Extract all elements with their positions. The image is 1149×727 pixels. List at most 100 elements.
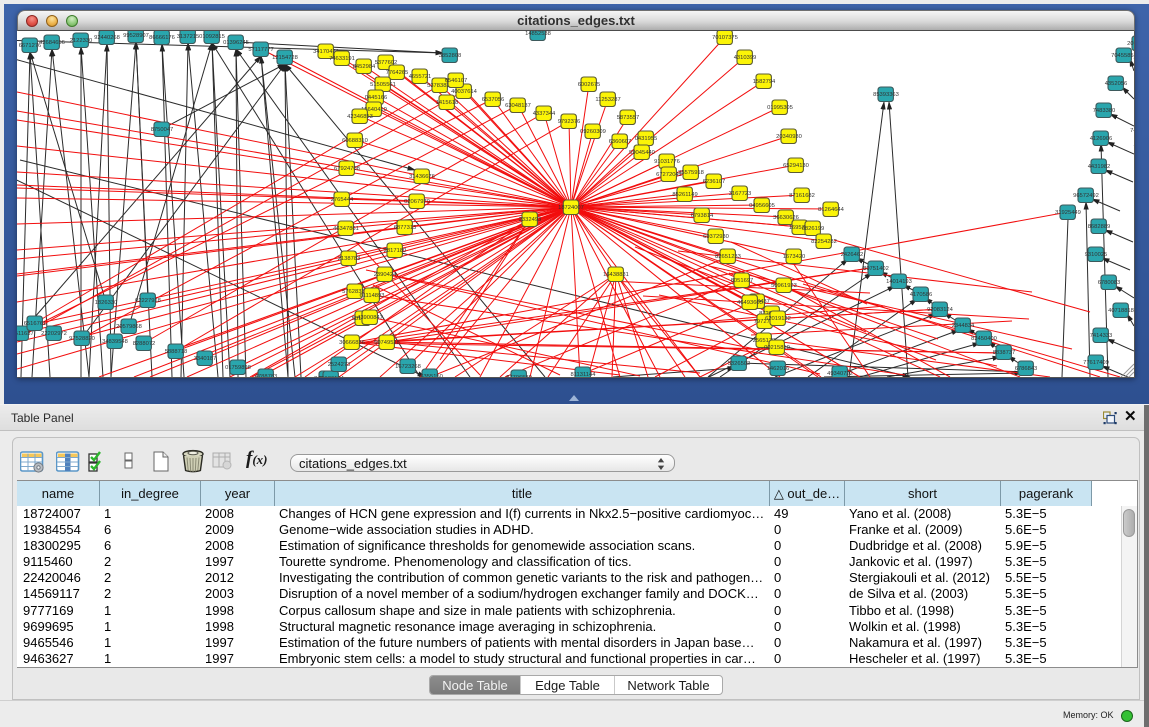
svg-text:99528907: 99528907 <box>123 33 149 39</box>
svg-text:43900847: 43900847 <box>357 315 383 321</box>
svg-text:5888718: 5888718 <box>165 349 188 355</box>
svg-text:0445166: 0445166 <box>365 95 388 101</box>
svg-text:4352056: 4352056 <box>1105 81 1128 87</box>
svg-text:82651233: 82651233 <box>715 254 741 260</box>
svg-text:4310399: 4310399 <box>734 55 757 61</box>
svg-text:8838737: 8838737 <box>993 350 1016 356</box>
svg-text:60688310: 60688310 <box>342 138 368 144</box>
svg-text:16438831: 16438831 <box>603 272 629 278</box>
svg-text:81264644: 81264644 <box>818 207 845 213</box>
svg-text:2426462: 2426462 <box>841 252 864 258</box>
svg-text:8750047: 8750047 <box>151 127 174 133</box>
svg-text:89751402: 89751402 <box>863 266 889 272</box>
svg-text:65294130: 65294130 <box>783 163 809 169</box>
svg-text:6671276: 6671276 <box>19 43 42 49</box>
svg-text:9792376: 9792376 <box>558 119 581 125</box>
svg-text:86666176: 86666176 <box>149 35 175 41</box>
svg-text:42684656: 42684656 <box>39 40 65 46</box>
svg-text:7414333: 7414333 <box>1090 333 1113 339</box>
svg-text:3852808: 3852808 <box>439 53 462 59</box>
svg-text:40718818: 40718818 <box>1108 308 1134 314</box>
svg-text:69372930: 69372930 <box>703 234 729 240</box>
svg-text:4126906: 4126906 <box>1090 136 1113 142</box>
svg-text:2332493: 2332493 <box>519 217 542 223</box>
svg-text:91031776: 91031776 <box>654 159 680 165</box>
svg-text:6793814: 6793814 <box>691 213 714 219</box>
svg-text:0431955: 0431955 <box>635 136 658 142</box>
svg-text:30666836: 30666836 <box>339 340 365 346</box>
svg-text:2122330: 2122330 <box>70 38 93 44</box>
svg-text:2765444: 2765444 <box>331 197 354 203</box>
svg-text:92083124: 92083124 <box>927 307 954 313</box>
svg-text:11253287: 11253287 <box>595 97 620 103</box>
svg-text:2817180: 2817180 <box>384 248 407 254</box>
svg-text:50961923: 50961923 <box>771 283 797 289</box>
svg-text:70455853: 70455853 <box>1111 53 1134 59</box>
svg-text:82450400: 82450400 <box>971 336 997 342</box>
svg-text:9310025: 9310025 <box>1085 252 1108 258</box>
svg-text:56355150: 56355150 <box>417 374 443 377</box>
svg-text:12154728: 12154728 <box>272 55 298 61</box>
svg-text:31436676: 31436676 <box>409 174 435 180</box>
svg-text:09260309: 09260309 <box>580 129 606 135</box>
svg-text:6780083: 6780083 <box>1098 280 1121 286</box>
svg-text:4655721: 4655721 <box>409 74 432 80</box>
svg-text:6877313: 6877313 <box>394 225 417 231</box>
svg-text:20579868: 20579868 <box>116 324 142 330</box>
svg-text:6546107: 6546107 <box>445 78 468 84</box>
svg-text:67924708: 67924708 <box>334 166 360 172</box>
svg-text:1826330: 1826330 <box>95 300 118 306</box>
svg-text:92440268: 92440268 <box>94 35 120 41</box>
svg-text:04956605: 04956605 <box>749 203 775 209</box>
svg-text:6537056: 6537056 <box>482 97 505 103</box>
svg-text:1462016: 1462016 <box>767 366 790 372</box>
svg-text:6360607: 6360607 <box>609 139 632 145</box>
svg-text:97528820: 97528820 <box>69 336 95 342</box>
svg-text:75136134: 75136134 <box>318 376 345 377</box>
svg-text:2344834: 2344834 <box>952 323 975 329</box>
svg-text:8682889: 8682889 <box>1088 224 1111 230</box>
svg-text:0826199: 0826199 <box>802 226 825 232</box>
svg-text:01396245: 01396245 <box>223 40 249 46</box>
svg-text:63048137: 63048137 <box>505 103 531 109</box>
svg-text:8051697: 8051697 <box>731 278 754 284</box>
svg-text:51505561: 51505561 <box>370 82 396 88</box>
svg-text:49340722: 49340722 <box>827 371 853 377</box>
svg-text:46493665: 46493665 <box>737 300 763 306</box>
svg-text:4337344: 4337344 <box>533 111 556 117</box>
svg-text:59045440: 59045440 <box>629 150 655 156</box>
svg-text:07511637: 07511637 <box>17 331 34 337</box>
svg-text:8452984: 8452984 <box>353 64 376 70</box>
svg-text:3137215: 3137215 <box>177 34 200 40</box>
svg-text:50749528: 50749528 <box>374 340 400 346</box>
svg-text:6236107: 6236107 <box>703 179 726 185</box>
svg-text:01995305: 01995305 <box>767 105 793 111</box>
svg-text:31925449: 31925449 <box>1055 210 1081 216</box>
svg-text:85261149: 85261149 <box>672 192 697 198</box>
svg-text:6516761: 6516761 <box>24 321 47 327</box>
svg-text:5326502: 5326502 <box>728 361 751 367</box>
svg-text:7764265: 7764265 <box>386 70 409 76</box>
svg-text:2524273: 2524273 <box>328 362 351 368</box>
svg-text:7483380: 7483380 <box>1093 108 1116 114</box>
svg-text:2138783: 2138783 <box>338 256 361 262</box>
svg-text:02227918: 02227918 <box>135 298 161 304</box>
svg-text:70107375: 70107375 <box>712 35 738 41</box>
svg-text:20707413: 20707413 <box>1127 41 1134 47</box>
svg-text:5873557: 5873557 <box>617 115 640 121</box>
svg-text:6002675: 6002675 <box>578 82 601 88</box>
svg-text:46347861: 46347861 <box>333 226 359 232</box>
svg-text:77617409: 77617409 <box>1083 360 1109 366</box>
svg-text:1673420: 1673420 <box>783 254 806 260</box>
svg-text:61114893: 61114893 <box>360 293 385 299</box>
svg-text:87161682: 87161682 <box>789 193 815 199</box>
svg-text:87706589: 87706589 <box>506 375 532 377</box>
svg-text:62019132: 62019132 <box>765 316 791 322</box>
svg-text:14014193: 14014193 <box>886 279 912 285</box>
svg-text:35575918: 35575918 <box>678 170 704 176</box>
svg-text:57117777: 57117777 <box>248 47 273 53</box>
svg-text:3340187: 3340187 <box>194 356 217 362</box>
svg-text:18724007: 18724007 <box>558 205 584 211</box>
svg-text:8288072: 8288072 <box>133 341 156 347</box>
svg-text:01092815: 01092815 <box>199 34 225 40</box>
